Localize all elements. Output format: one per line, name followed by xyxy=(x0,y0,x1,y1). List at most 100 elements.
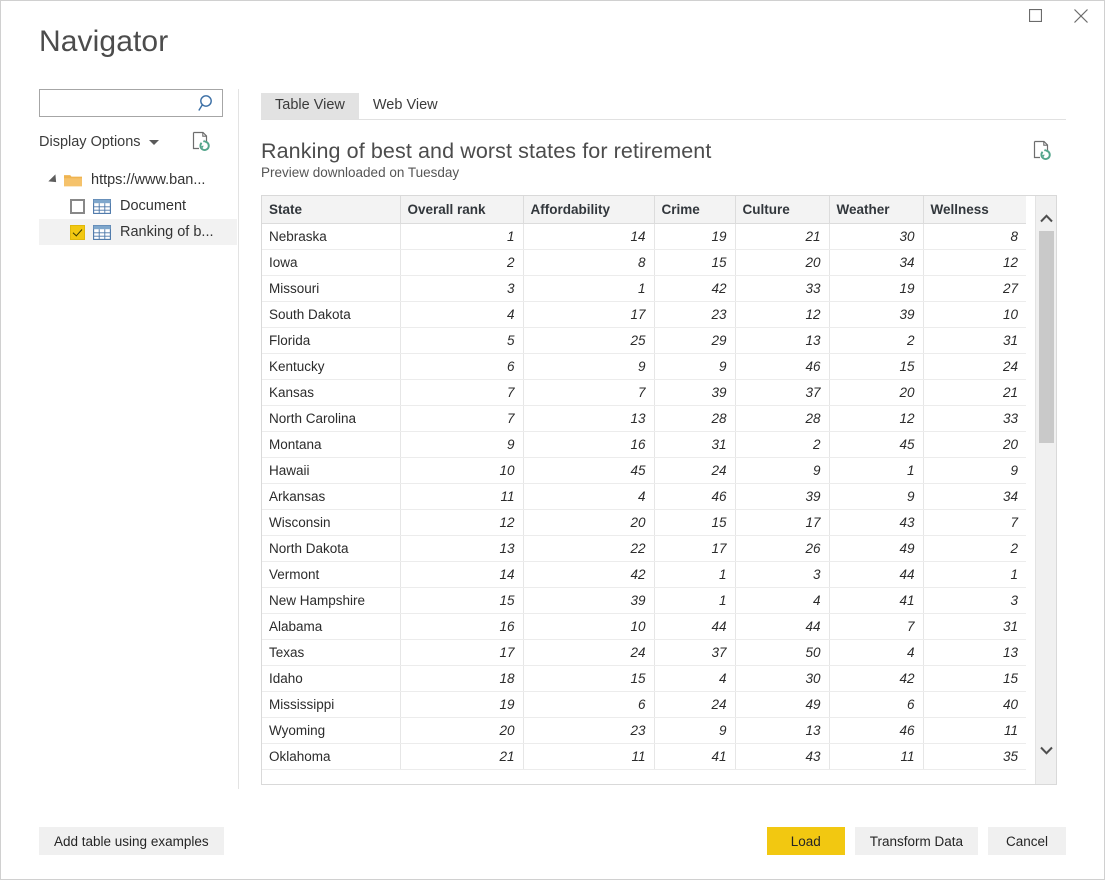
cell-state: Kentucky xyxy=(262,353,401,380)
table-row[interactable]: North Dakota 13 22 17 26 49 2 xyxy=(262,535,1026,562)
cell-value: 3 xyxy=(400,275,524,302)
footer-left: Add table using examples xyxy=(39,827,224,855)
refresh-document-icon[interactable] xyxy=(191,131,211,153)
transform-data-button[interactable]: Transform Data xyxy=(854,827,978,855)
cell-value: 8 xyxy=(923,223,1026,250)
cell-value: 25 xyxy=(523,327,655,354)
cell-value: 46 xyxy=(829,717,924,744)
scroll-up-icon[interactable] xyxy=(1036,208,1056,228)
cell-value: 15 xyxy=(923,665,1026,692)
footer-right: Load Transform Data Cancel xyxy=(766,827,1066,855)
cell-state: Arkansas xyxy=(262,483,401,510)
table-row[interactable]: Vermont 14 42 1 3 44 1 xyxy=(262,561,1026,588)
scroll-down-icon[interactable] xyxy=(1036,740,1056,760)
column-header[interactable]: Crime xyxy=(654,196,736,224)
cell-value: 39 xyxy=(654,379,736,406)
cell-state: Missouri xyxy=(262,275,401,302)
cell-value: 29 xyxy=(654,327,736,354)
cell-value: 11 xyxy=(829,743,924,770)
cell-value: 9 xyxy=(735,457,830,484)
tree-item-document[interactable]: Document xyxy=(39,193,237,219)
table-row[interactable]: Oklahoma 21 11 41 43 11 35 xyxy=(262,743,1026,770)
cell-value: 17 xyxy=(523,301,655,328)
table-row[interactable]: Alabama 16 10 44 44 7 31 xyxy=(262,613,1026,640)
checkbox-ranking[interactable] xyxy=(70,224,85,240)
cell-value: 12 xyxy=(400,509,524,536)
cell-value: 35 xyxy=(923,743,1026,770)
table-icon xyxy=(93,198,111,214)
close-button[interactable] xyxy=(1058,1,1104,35)
table-row[interactable]: Idaho 18 15 4 30 42 15 xyxy=(262,665,1026,692)
tab-web-view[interactable]: Web View xyxy=(359,93,452,119)
table-row[interactable]: Wisconsin 12 20 15 17 43 7 xyxy=(262,509,1026,536)
cell-value: 7 xyxy=(923,509,1026,536)
cell-value: 43 xyxy=(735,743,830,770)
refresh-preview-icon[interactable] xyxy=(1032,140,1052,162)
cell-value: 2 xyxy=(400,249,524,276)
table-row[interactable]: Nebraska 1 14 19 21 30 8 xyxy=(262,223,1026,250)
table-row[interactable]: Wyoming 20 23 9 13 46 11 xyxy=(262,717,1026,744)
cell-value: 39 xyxy=(735,483,830,510)
cell-value: 3 xyxy=(923,587,1026,614)
cell-state: Hawaii xyxy=(262,457,401,484)
table-row[interactable]: Texas 17 24 37 50 4 13 xyxy=(262,639,1026,666)
cell-value: 1 xyxy=(654,587,736,614)
cell-value: 13 xyxy=(923,639,1026,666)
tab-table-view[interactable]: Table View xyxy=(261,93,359,119)
column-header[interactable]: Overall rank xyxy=(400,196,524,224)
load-button[interactable]: Load xyxy=(766,827,845,855)
table-row[interactable]: Montana 9 16 31 2 45 20 xyxy=(262,431,1026,458)
table-row[interactable]: Arkansas 11 4 46 39 9 34 xyxy=(262,483,1026,510)
search-input[interactable] xyxy=(40,90,194,116)
cell-value: 1 xyxy=(523,275,655,302)
maximize-button[interactable] xyxy=(1012,1,1058,35)
table-row[interactable]: Kansas 7 7 39 37 20 21 xyxy=(262,379,1026,406)
table-row[interactable]: Florida 5 25 29 13 2 31 xyxy=(262,327,1026,354)
display-options-button[interactable]: Display Options xyxy=(39,134,141,150)
cell-value: 13 xyxy=(523,405,655,432)
column-header[interactable]: State xyxy=(262,196,401,224)
table-vertical-scrollbar[interactable] xyxy=(1035,196,1056,784)
cell-value: 11 xyxy=(400,483,524,510)
cell-state: Montana xyxy=(262,431,401,458)
cell-value: 24 xyxy=(923,353,1026,380)
cell-state: Wisconsin xyxy=(262,509,401,536)
table-row[interactable]: Hawaii 10 45 24 9 1 9 xyxy=(262,457,1026,484)
column-header[interactable]: Affordability xyxy=(523,196,655,224)
table-row[interactable]: Missouri 3 1 42 33 19 27 xyxy=(262,275,1026,302)
cell-state: Kansas xyxy=(262,379,401,406)
cell-value: 8 xyxy=(523,249,655,276)
table-row[interactable]: Kentucky 6 9 9 46 15 24 xyxy=(262,353,1026,380)
table-row[interactable]: Iowa 2 8 15 20 34 12 xyxy=(262,249,1026,276)
cell-value: 9 xyxy=(654,353,736,380)
search-box[interactable] xyxy=(39,89,223,117)
cell-value: 33 xyxy=(923,405,1026,432)
display-options-row: Display Options xyxy=(39,131,237,153)
column-header[interactable]: Culture xyxy=(735,196,830,224)
cell-value: 12 xyxy=(923,249,1026,276)
table-row[interactable]: New Hampshire 15 39 1 4 41 3 xyxy=(262,587,1026,614)
column-header[interactable]: Weather xyxy=(829,196,924,224)
cell-value: 2 xyxy=(735,431,830,458)
cell-value: 12 xyxy=(829,405,924,432)
cancel-button[interactable]: Cancel xyxy=(988,827,1066,855)
table-row[interactable]: North Carolina 7 13 28 28 12 33 xyxy=(262,405,1026,432)
cell-value: 16 xyxy=(400,613,524,640)
checkbox-document[interactable] xyxy=(70,198,85,214)
chevron-down-icon[interactable] xyxy=(148,139,159,145)
tree-item-root[interactable]: https://www.ban... xyxy=(39,167,237,193)
cell-value: 19 xyxy=(654,223,736,250)
cell-value: 45 xyxy=(523,457,655,484)
tree-item-ranking[interactable]: Ranking of b... xyxy=(39,219,237,245)
table-row[interactable]: South Dakota 4 17 23 12 39 10 xyxy=(262,301,1026,328)
add-table-using-examples-button[interactable]: Add table using examples xyxy=(39,827,224,855)
column-header[interactable]: Wellness xyxy=(923,196,1026,224)
scrollbar-thumb[interactable] xyxy=(1039,231,1054,443)
table-row[interactable]: Mississippi 19 6 24 49 6 40 xyxy=(262,691,1026,718)
cell-value: 41 xyxy=(829,587,924,614)
close-icon xyxy=(1074,8,1088,28)
maximize-icon xyxy=(1028,8,1042,27)
expander-collapse-icon[interactable] xyxy=(47,173,61,187)
cell-state: North Dakota xyxy=(262,535,401,562)
cell-value: 22 xyxy=(523,535,655,562)
